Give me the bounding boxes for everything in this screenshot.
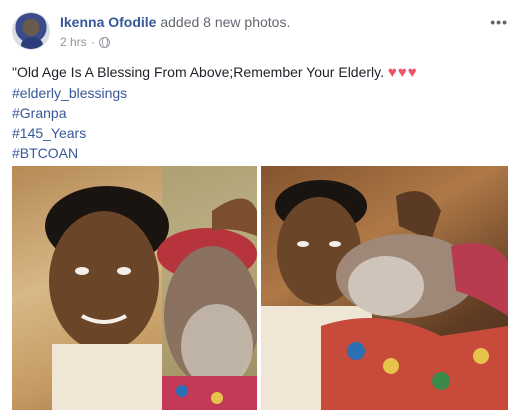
post-quote: "Old Age Is A Blessing From Above;Rememb…	[12, 64, 385, 80]
photo-1[interactable]	[12, 166, 257, 410]
post-meta: 2 hrs ·	[60, 35, 110, 49]
hashtag-link[interactable]: #elderly_blessings	[12, 83, 508, 103]
author-name-link[interactable]: Ikenna Ofodile	[60, 14, 156, 30]
photo-grid	[12, 166, 508, 410]
more-options-button[interactable]: •••	[490, 14, 508, 30]
author-avatar[interactable]	[12, 12, 50, 50]
post-text: "Old Age Is A Blessing From Above;Rememb…	[12, 62, 508, 163]
post-header: Ikenna Ofodile added 8 new photos. 2 hrs…	[12, 12, 508, 56]
heart-emoji-icon: ♥♥♥	[387, 64, 418, 81]
hashtag-link[interactable]: #145_Years	[12, 123, 508, 143]
photo-2-image	[261, 166, 508, 410]
photo-1-image	[45, 166, 257, 410]
photo-2[interactable]	[261, 166, 508, 410]
hashtag-link[interactable]: #BTCOAN	[12, 143, 508, 163]
post-quote-line: "Old Age Is A Blessing From Above;Rememb…	[12, 62, 508, 83]
post-action-text: added 8 new photos.	[160, 14, 291, 30]
meta-separator: ·	[90, 35, 95, 49]
hashtag-link[interactable]: #Granpa	[12, 103, 508, 123]
post-author-line: Ikenna Ofodile added 8 new photos.	[60, 14, 290, 30]
post-timestamp[interactable]: 2 hrs	[60, 35, 87, 49]
globe-icon[interactable]	[98, 36, 110, 48]
